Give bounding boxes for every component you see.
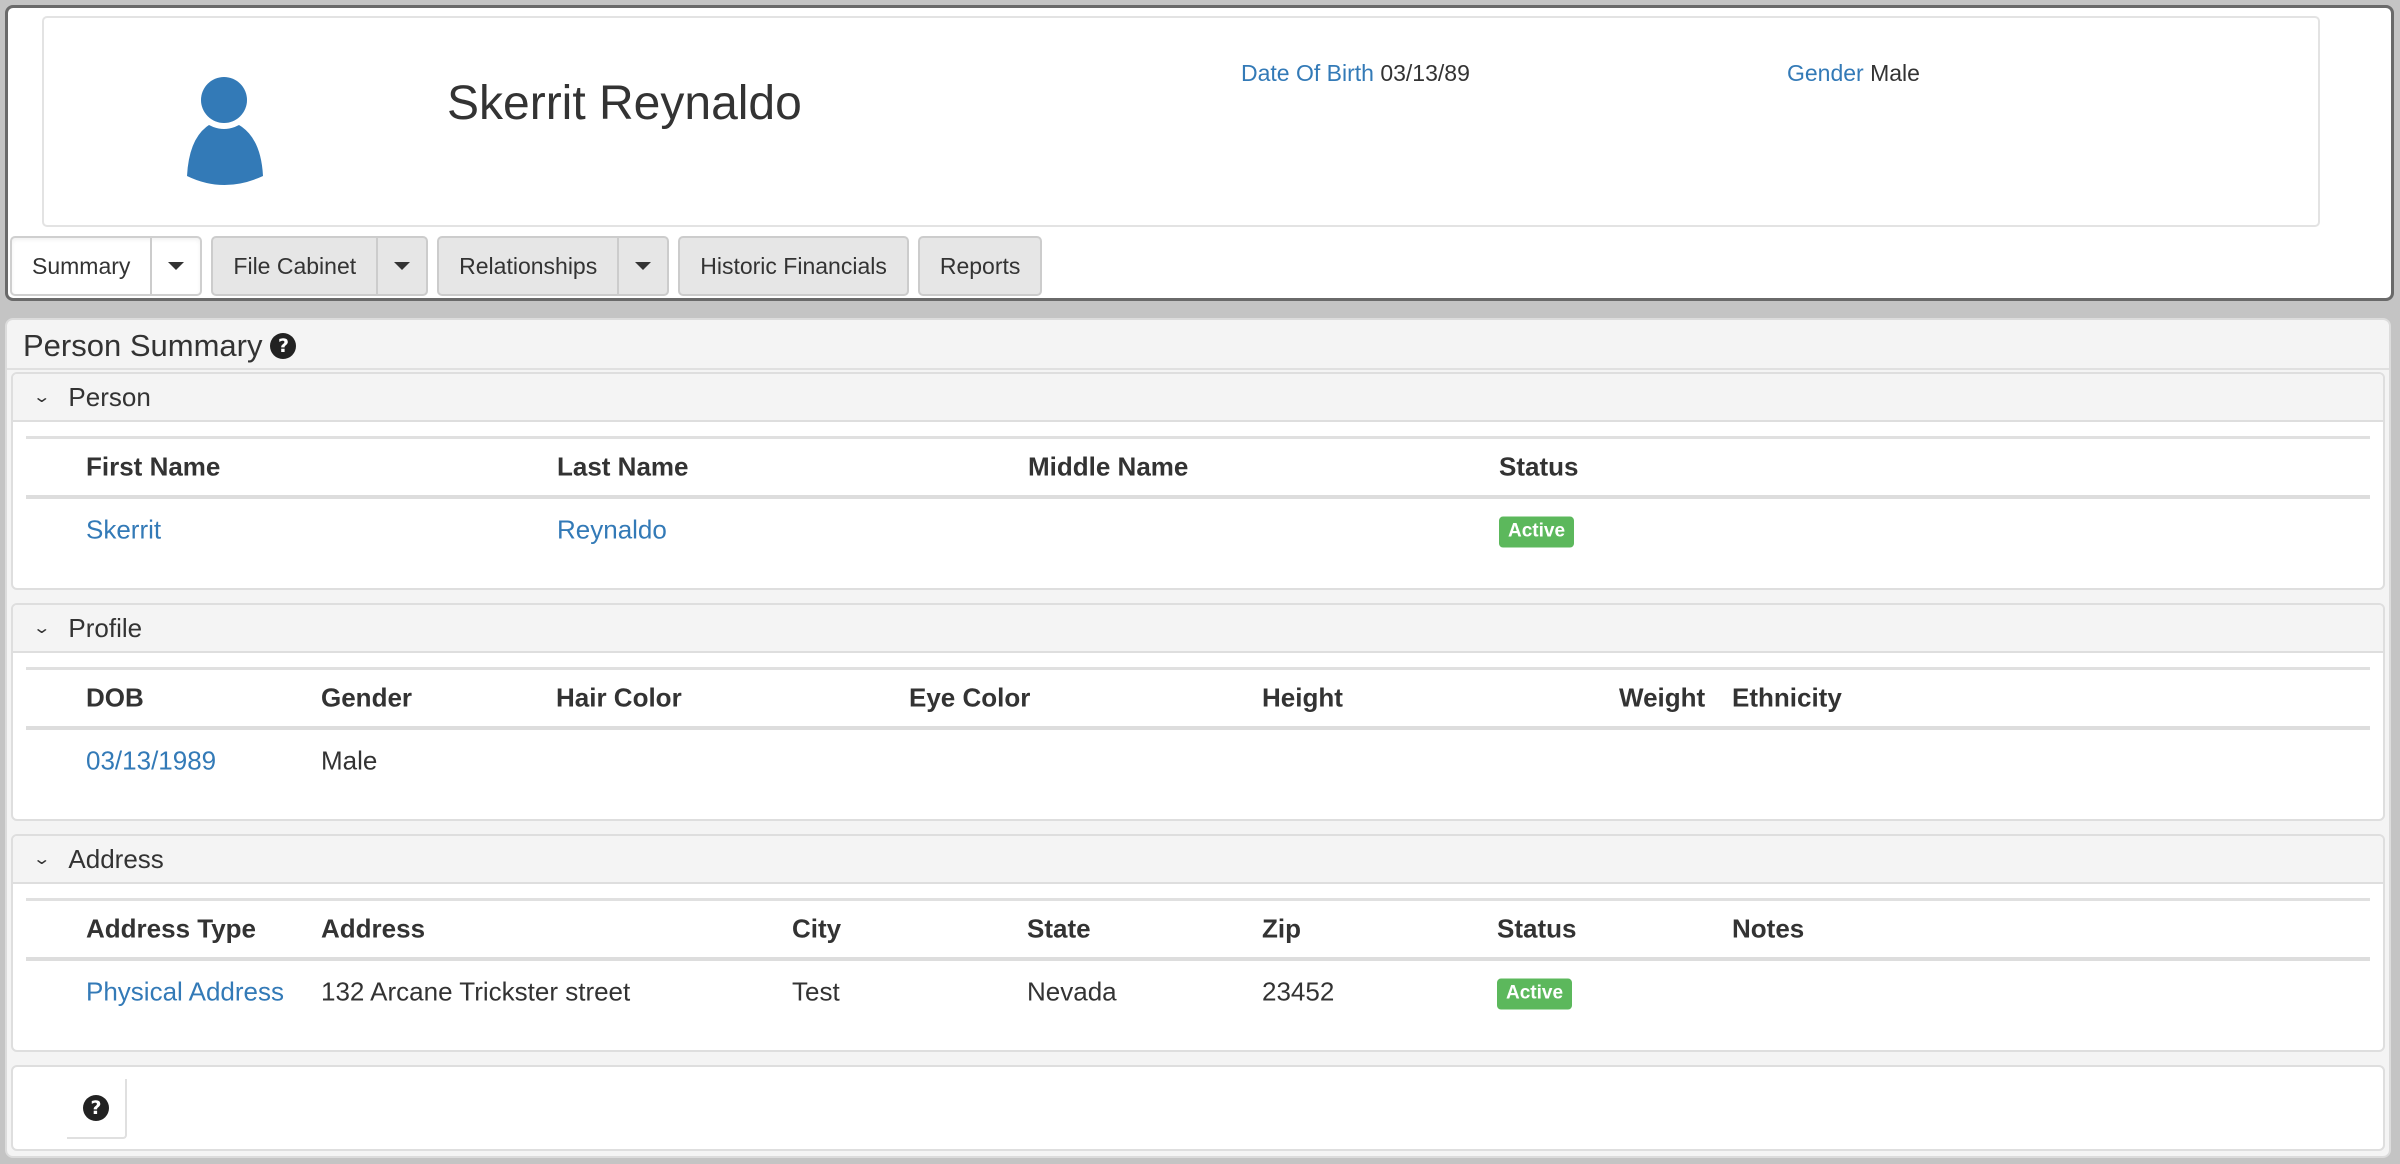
tab-historic-financials-button[interactable]: Historic Financials (680, 238, 907, 294)
column-header-weight: Weight (1619, 682, 1706, 713)
person-summary-panel: Person Summary ? ⌄ Person First Name Las… (5, 318, 2391, 1158)
column-header-address-type: Address Type (86, 913, 257, 944)
column-header-address: Address (321, 913, 426, 944)
tab-bar: Summary File Cabinet Relationships Histo… (10, 236, 1043, 296)
gender-value: Male (321, 745, 378, 776)
state-value: Nevada (1027, 976, 1117, 1007)
table-row: 03/13/1989 Male (26, 730, 2370, 792)
address-table: Address Type Address City State Zip Stat… (26, 898, 2370, 1023)
column-header-hair-color: Hair Color (556, 682, 682, 713)
tab-historic-financials[interactable]: Historic Financials (678, 236, 909, 296)
tab-reports-button[interactable]: Reports (920, 238, 1041, 294)
help-icon: ? (83, 1095, 109, 1121)
dob-label: Date Of Birth (1241, 60, 1374, 86)
city-value: Test (792, 976, 840, 1007)
table-header-row: Address Type Address City State Zip Stat… (26, 901, 2370, 961)
person-summary-title: Person Summary ? (23, 328, 297, 364)
chevron-down-icon: ⌄ (32, 851, 52, 868)
chevron-down-icon: ⌄ (32, 389, 52, 406)
tab-relationships[interactable]: Relationships (437, 236, 670, 296)
chevron-down-icon: ⌄ (32, 620, 52, 637)
column-header-state: State (1027, 913, 1091, 944)
tab-relationships-dropdown[interactable] (617, 238, 667, 294)
person-header-window: Skerrit Reynaldo Date Of Birth 03/13/89 … (5, 5, 2394, 301)
address-section: ⌄ Address Address Type Address City Stat… (11, 834, 2385, 1052)
last-name-link[interactable]: Reynaldo (557, 515, 667, 546)
person-section: ⌄ Person First Name Last Name Middle Nam… (11, 372, 2385, 590)
column-header-ethnicity: Ethnicity (1732, 682, 1842, 713)
tab-file-cabinet-button[interactable]: File Cabinet (213, 238, 376, 294)
column-header-status: Status (1499, 451, 1579, 482)
person-section-title: Person (68, 381, 151, 412)
table-row: Physical Address 132 Arcane Trickster st… (26, 961, 2370, 1023)
header-dob-field: Date Of Birth 03/13/89 (1241, 60, 1470, 87)
column-header-dob: DOB (86, 682, 144, 713)
tab-summary-button[interactable]: Summary (12, 238, 150, 294)
tab-relationships-button[interactable]: Relationships (439, 238, 617, 294)
column-header-notes: Notes (1732, 913, 1805, 944)
help-icon[interactable]: ? (270, 333, 297, 359)
profile-section-title: Profile (68, 612, 143, 643)
person-section-header[interactable]: ⌄ Person (13, 374, 2383, 422)
header-gender-field: Gender Male (1787, 60, 1920, 87)
address-section-title: Address (68, 843, 164, 874)
dob-link[interactable]: 03/13/1989 (86, 746, 216, 777)
profile-section: ⌄ Profile DOB Gender Hair Color Eye Colo… (11, 603, 2385, 821)
column-header-middle-name: Middle Name (1028, 451, 1189, 482)
caret-down-icon (394, 262, 411, 270)
address-type-link[interactable]: Physical Address (86, 977, 284, 1008)
column-header-status: Status (1497, 913, 1577, 944)
divider (7, 368, 2389, 370)
column-header-city: City (792, 913, 842, 944)
caret-down-icon (635, 262, 652, 270)
zip-value: 23452 (1262, 976, 1335, 1007)
footer-toolbar: ? (11, 1065, 2385, 1151)
gender-value: Male (1870, 60, 1920, 86)
column-header-eye-color: Eye Color (909, 682, 1031, 713)
tab-summary-dropdown[interactable] (150, 238, 200, 294)
person-name-heading: Skerrit Reynaldo (447, 77, 802, 130)
table-header-row: First Name Last Name Middle Name Status (26, 439, 2370, 499)
profile-section-header[interactable]: ⌄ Profile (13, 605, 2383, 653)
table-row: Skerrit Reynaldo Active (26, 499, 2370, 561)
dob-value: 03/13/89 (1380, 60, 1470, 86)
status-cell: Active (1497, 975, 1573, 1010)
tab-reports[interactable]: Reports (917, 236, 1043, 296)
gender-label: Gender (1787, 60, 1864, 86)
help-button[interactable]: ? (67, 1079, 127, 1139)
tab-file-cabinet-dropdown[interactable] (376, 238, 426, 294)
status-badge: Active (1499, 516, 1575, 548)
caret-down-icon (168, 262, 185, 270)
table-header-row: DOB Gender Hair Color Eye Color Height W… (26, 670, 2370, 730)
column-header-zip: Zip (1262, 913, 1301, 944)
column-header-first-name: First Name (86, 451, 221, 482)
person-header-card: Skerrit Reynaldo Date Of Birth 03/13/89 … (42, 16, 2320, 227)
column-header-gender: Gender (321, 682, 413, 713)
first-name-link[interactable]: Skerrit (86, 515, 161, 546)
tab-summary[interactable]: Summary (10, 236, 203, 296)
address-value: 132 Arcane Trickster street (321, 976, 631, 1007)
person-summary-title-text: Person Summary (23, 328, 263, 363)
user-icon (187, 77, 263, 185)
column-header-height: Height (1262, 682, 1343, 713)
tab-file-cabinet[interactable]: File Cabinet (211, 236, 429, 296)
person-table: First Name Last Name Middle Name Status … (26, 436, 2370, 561)
profile-table: DOB Gender Hair Color Eye Color Height W… (26, 667, 2370, 792)
column-header-last-name: Last Name (557, 451, 689, 482)
status-badge: Active (1497, 978, 1573, 1010)
address-section-header[interactable]: ⌄ Address (13, 836, 2383, 884)
status-cell: Active (1499, 513, 1575, 548)
